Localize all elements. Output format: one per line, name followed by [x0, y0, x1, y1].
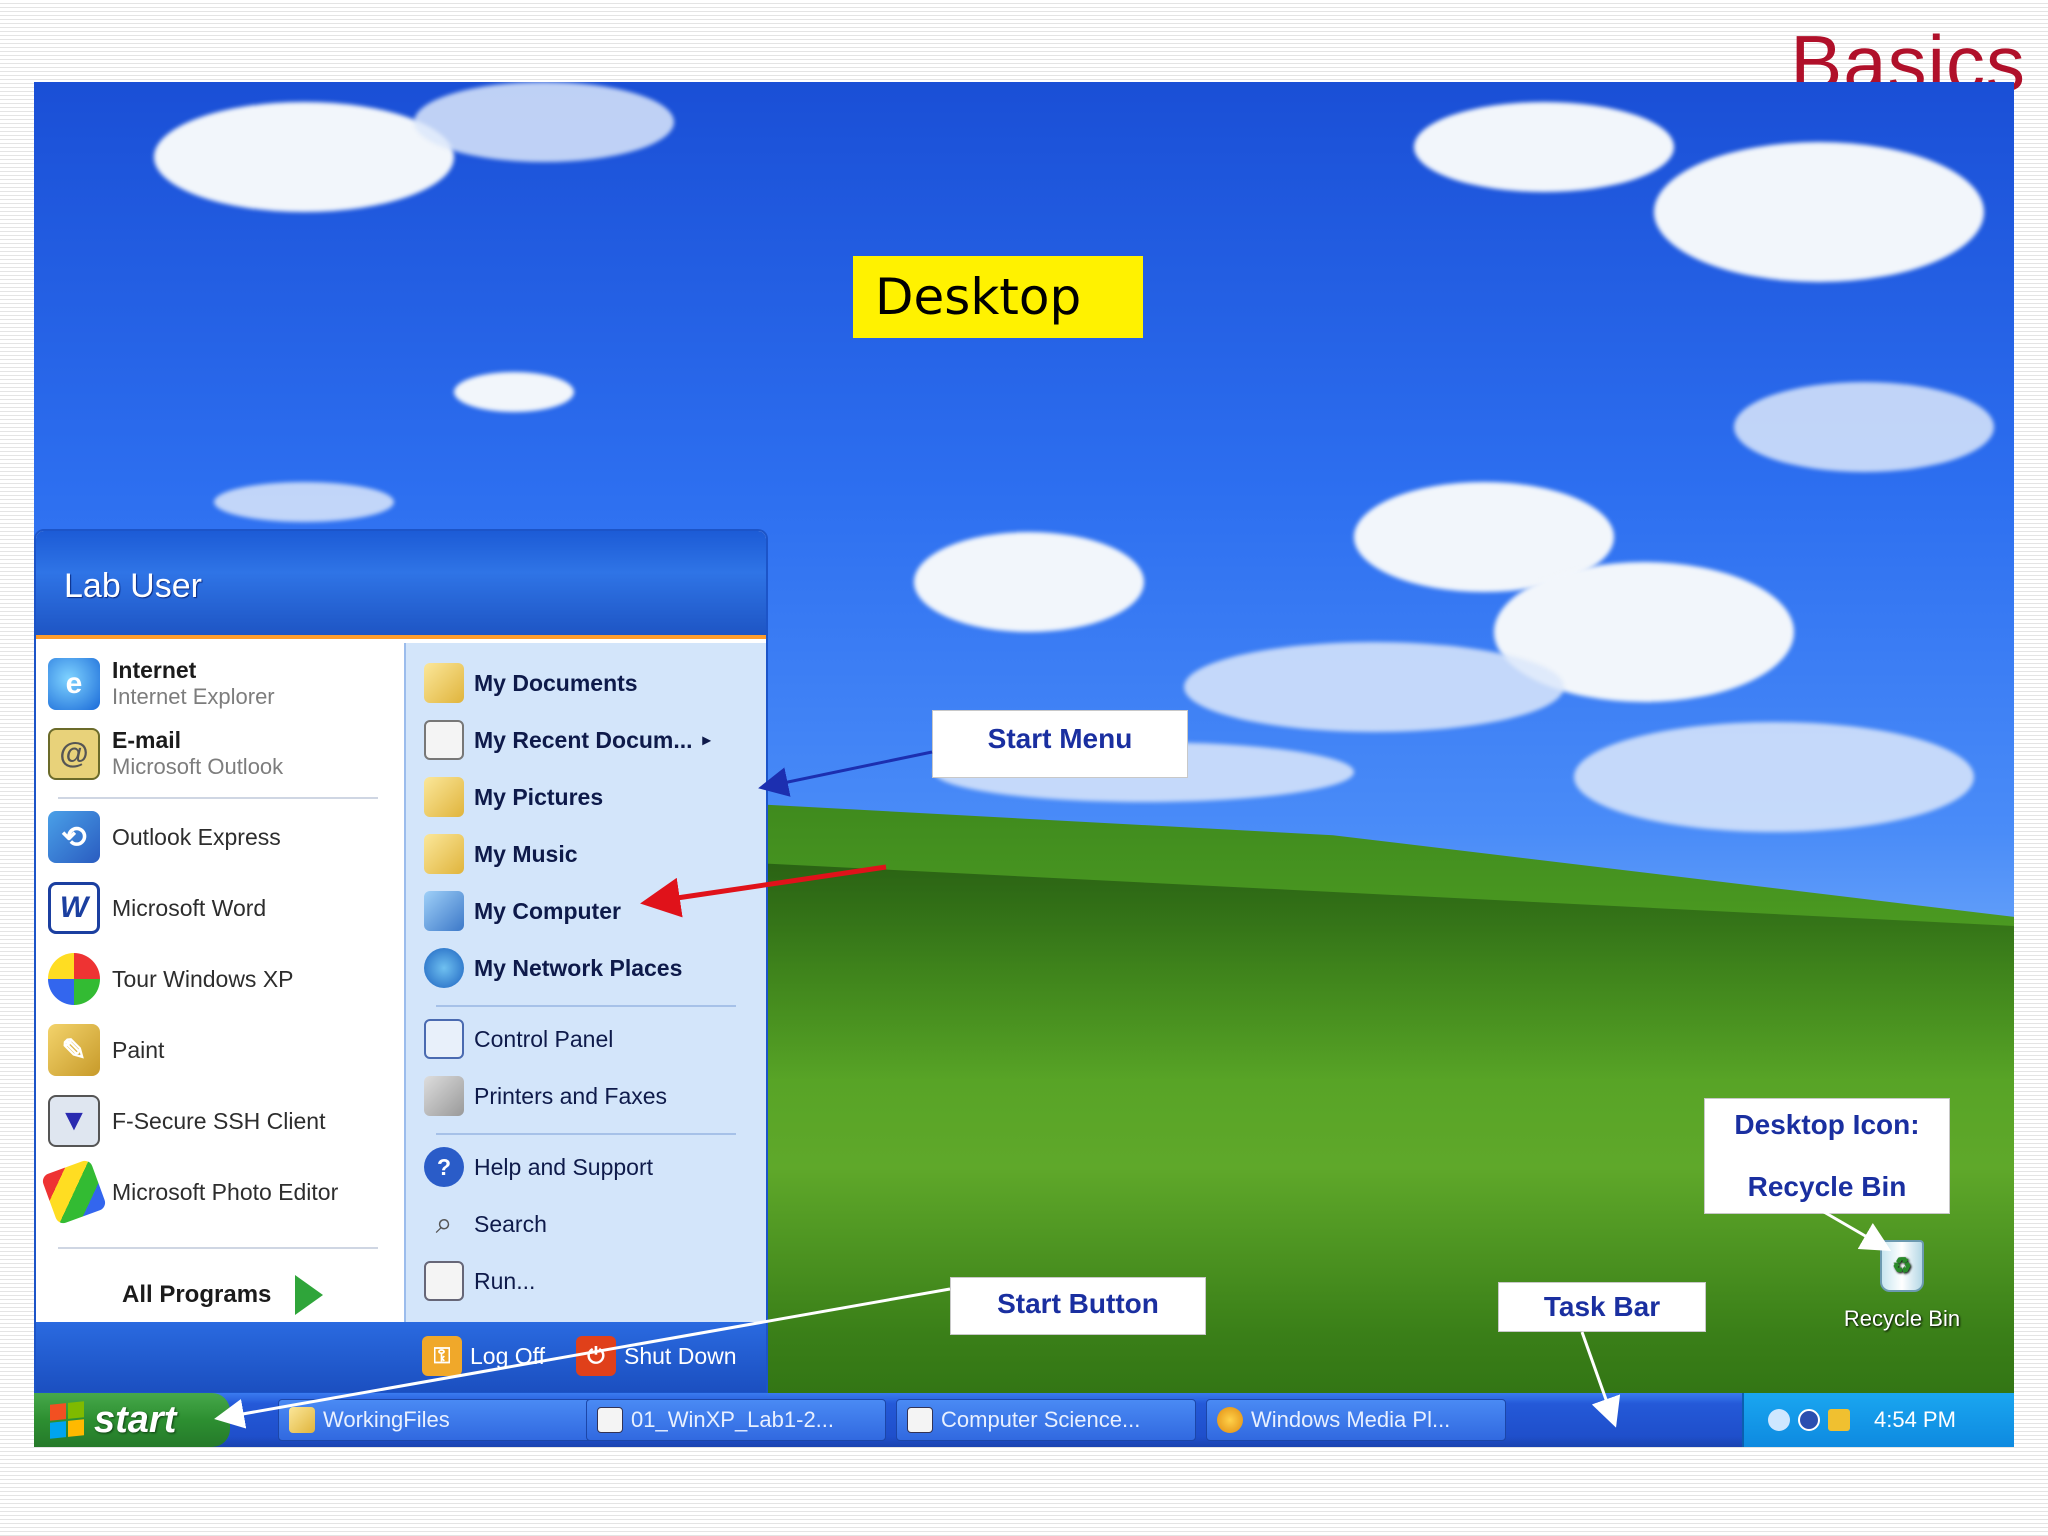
task-bar-arrow: [1580, 1331, 1621, 1428]
recycle-bin-arrow: [1823, 1210, 1892, 1252]
annotation-arrows: [214, 750, 1892, 1429]
start-button-arrow: [214, 1287, 951, 1429]
start-menu-arrow: [758, 750, 933, 797]
my-computer-arrow: [640, 864, 887, 918]
desktop-screenshot: Desktop Start Menu Start Button Task Bar…: [34, 82, 2014, 1447]
